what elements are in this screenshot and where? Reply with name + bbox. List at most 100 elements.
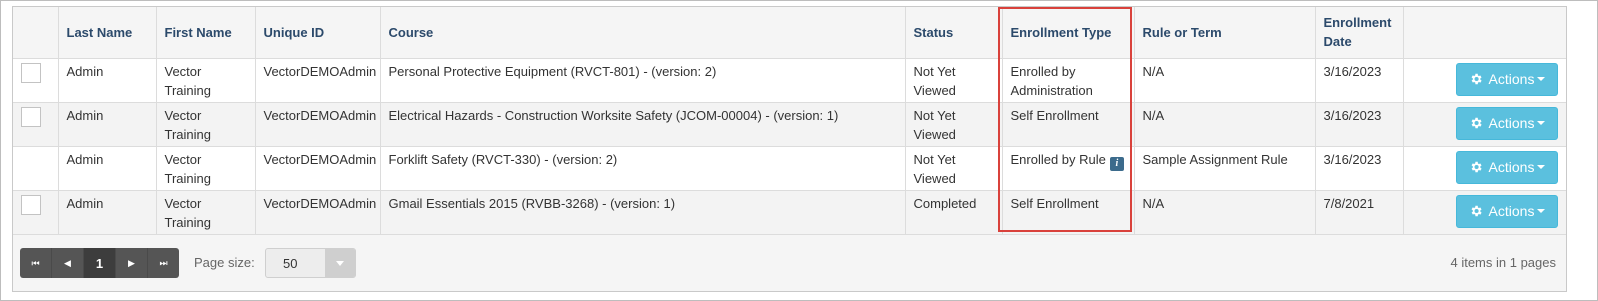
gear-icon [1469, 160, 1483, 174]
cell-enrollment-date-text: 3/16/2023 [1323, 107, 1382, 123]
cell-last-name: Admin [58, 146, 157, 191]
cell-rule-or-term: N/A [1134, 190, 1316, 235]
header-last-name[interactable]: Last Name [58, 7, 157, 59]
header-rule-or-term[interactable]: Rule or Term [1134, 7, 1316, 59]
table-row[interactable]: Admin Vector Training VectorDEMOAdmin Forkl… [13, 146, 1566, 191]
cell-status: Completed [905, 190, 1003, 235]
cell-first-name: Vector Training [156, 102, 256, 147]
header-unique-id[interactable]: Unique ID [255, 7, 381, 59]
previous-page-button[interactable]: ◀ [52, 248, 84, 278]
pager: ⏮ ◀ 1 ▶ ⏭ [20, 248, 179, 278]
cell-unique-id: VectorDEMOAdmin [255, 146, 381, 191]
header-enrollment-type[interactable]: Enrollment Type [1002, 7, 1135, 59]
header-row: Last Name First Name Unique ID Course St… [13, 7, 1566, 59]
cell-last-name: Admin [58, 102, 157, 147]
cell-rule-or-term: N/A [1134, 58, 1316, 103]
cell-first-name-text: Vector Training [164, 151, 211, 186]
caret-down-icon [1537, 165, 1546, 169]
cell-enrollment-type: Self Enrollment [1002, 102, 1135, 147]
page-size-value[interactable]: 50 [266, 249, 325, 277]
row-checkbox[interactable] [21, 106, 41, 127]
table-row[interactable]: Admin Vector Training VectorDEMOAdmin Gmail… [13, 190, 1566, 235]
table-row[interactable]: Admin Vector Training VectorDEMOAdmin Elect… [13, 102, 1566, 147]
actions-button[interactable]: Actions [1456, 106, 1558, 140]
cell-actions: Actions [1403, 58, 1566, 103]
caret-down-icon [1537, 77, 1546, 81]
actions-button-label: Actions [1488, 203, 1535, 219]
header-actions [1403, 7, 1566, 59]
cell-rule-or-term: N/A [1134, 102, 1316, 147]
cell-enrollment-date-text: 7/8/2021 [1323, 195, 1375, 211]
first-page-button[interactable]: ⏮ [20, 248, 52, 278]
cell-first-name-text: Vector Training [164, 107, 211, 142]
cell-select [13, 190, 59, 235]
cell-first-name: Vector Training [156, 146, 256, 191]
cell-actions: Actions [1403, 190, 1566, 235]
cell-last-name: Admin [58, 58, 157, 103]
row-checkbox[interactable] [21, 62, 41, 83]
cell-rule-or-term-text: N/A [1142, 107, 1165, 123]
cell-course-text: Gmail Essentials 2015 (RVBB-3268) - (ver… [388, 195, 676, 211]
cell-course: Gmail Essentials 2015 (RVBB-3268) - (ver… [380, 190, 906, 235]
enrollments-panel: Last Name First Name Unique ID Course St… [0, 0, 1598, 301]
cell-enrollment-date: 3/16/2023 [1315, 102, 1404, 147]
table-row[interactable]: Admin Vector Training VectorDEMOAdmin Perso… [13, 58, 1566, 103]
header-first-name[interactable]: First Name [156, 7, 256, 59]
cell-course: Personal Protective Equipment (RVCT-801)… [380, 58, 906, 103]
actions-button-label: Actions [1488, 71, 1535, 87]
cell-select [13, 58, 59, 103]
cell-enrollment-type-text: Enrolled by Administration [1010, 63, 1093, 98]
cell-enrollment-type-text: Enrolled by Rule [1010, 151, 1106, 167]
cell-unique-id-text: VectorDEMOAdmin [263, 107, 377, 123]
cell-unique-id-text: VectorDEMOAdmin [263, 195, 377, 211]
cell-course-text: Personal Protective Equipment (RVCT-801)… [388, 63, 717, 79]
cell-rule-or-term-text: N/A [1142, 195, 1165, 211]
cell-unique-id: VectorDEMOAdmin [255, 102, 381, 147]
info-icon[interactable]: i [1109, 156, 1124, 171]
row-checkbox[interactable] [21, 194, 41, 215]
cell-enrollment-date: 7/8/2021 [1315, 190, 1404, 235]
next-page-button[interactable]: ▶ [116, 248, 148, 278]
gear-icon [1469, 204, 1483, 218]
current-page-button[interactable]: 1 [84, 248, 116, 278]
cell-last-name: Admin [58, 190, 157, 235]
cell-status: Not Yet Viewed [905, 146, 1003, 191]
header-enrollment-date[interactable]: Enrollment Date [1315, 7, 1404, 59]
cell-actions: Actions [1403, 102, 1566, 147]
cell-enrollment-type-text: Self Enrollment [1010, 107, 1099, 123]
cell-enrollment-date: 3/16/2023 [1315, 146, 1404, 191]
caret-down-icon [1537, 209, 1546, 213]
cell-unique-id: VectorDEMOAdmin [255, 190, 381, 235]
chevron-down-icon[interactable] [325, 249, 355, 277]
enrollments-grid: Last Name First Name Unique ID Course St… [12, 6, 1567, 292]
last-page-button[interactable]: ⏭ [148, 248, 179, 278]
pager-bar: ⏮ ◀ 1 ▶ ⏭ Page size: 50 4 items in 1 pag… [13, 239, 1566, 291]
gear-icon [1469, 72, 1483, 86]
cell-last-name-text: Admin [66, 107, 104, 123]
header-status[interactable]: Status [905, 7, 1003, 59]
cell-first-name-text: Vector Training [164, 195, 211, 230]
header-course[interactable]: Course [380, 7, 906, 59]
cell-unique-id-text: VectorDEMOAdmin [263, 63, 377, 79]
cell-last-name-text: Admin [66, 151, 104, 167]
cell-enrollment-type: Self Enrollment [1002, 190, 1135, 235]
gear-icon [1469, 116, 1483, 130]
page-size-label: Page size: [194, 255, 255, 270]
cell-course: Electrical Hazards - Construction Worksi… [380, 102, 906, 147]
actions-button[interactable]: Actions [1456, 150, 1558, 184]
actions-button[interactable]: Actions [1456, 194, 1558, 228]
cell-enrollment-date: 3/16/2023 [1315, 58, 1404, 103]
cell-course: Forklift Safety (RVCT-330) - (version: 2… [380, 146, 906, 191]
actions-button-label: Actions [1488, 159, 1535, 175]
page-size-select[interactable]: 50 [265, 248, 356, 278]
actions-button[interactable]: Actions [1456, 62, 1558, 96]
cell-first-name: Vector Training [156, 190, 256, 235]
cell-select [13, 146, 59, 191]
caret-down-icon [1537, 121, 1546, 125]
cell-rule-or-term: Sample Assignment Rule [1134, 146, 1316, 191]
cell-status: Not Yet Viewed [905, 58, 1003, 103]
cell-actions: Actions [1403, 146, 1566, 191]
enrollments-table: Last Name First Name Unique ID Course St… [13, 7, 1566, 235]
cell-enrollment-type: Enrolled by Administration [1002, 58, 1135, 103]
cell-enrollment-type-text: Self Enrollment [1010, 195, 1099, 211]
